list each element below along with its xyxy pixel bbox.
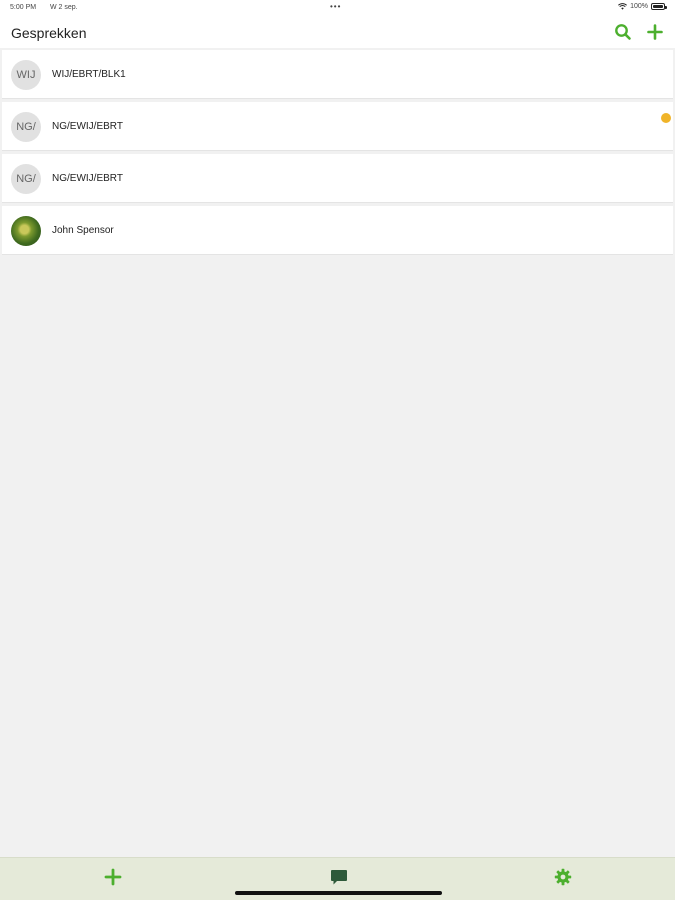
conversation-name: John Spensor — [52, 225, 114, 236]
conversation-item[interactable]: John Spensor — [2, 206, 673, 255]
gear-icon — [554, 868, 572, 886]
search-button[interactable] — [613, 22, 633, 42]
app-screen: 5:00 PM W 2 sep. ••• 100% Gesprekken WIJ… — [0, 0, 675, 900]
avatar: WIJ — [11, 60, 41, 90]
conversation-item[interactable]: NG/ NG/EWIJ/EBRT — [2, 102, 673, 151]
avatar: NG/ — [11, 112, 41, 142]
avatar-photo — [11, 216, 41, 246]
plus-icon — [104, 868, 122, 886]
home-indicator[interactable] — [235, 891, 442, 895]
unread-indicator — [661, 113, 671, 123]
tab-settings[interactable] — [553, 867, 573, 887]
battery-percent: 100% — [630, 3, 648, 10]
tab-new[interactable] — [103, 867, 123, 887]
conversation-item[interactable]: NG/ NG/EWIJ/EBRT — [2, 154, 673, 203]
conversation-item[interactable]: WIJ WIJ/EBRT/BLK1 — [2, 50, 673, 99]
conversation-name: NG/EWIJ/EBRT — [52, 121, 123, 132]
battery-icon — [651, 3, 667, 10]
page-title: Gesprekken — [11, 25, 87, 41]
avatar: NG/ — [11, 164, 41, 194]
navigation-header: Gesprekken — [0, 16, 675, 48]
tab-conversations[interactable] — [329, 867, 349, 887]
conversation-name: WIJ/EBRT/BLK1 — [52, 69, 126, 80]
add-conversation-button[interactable] — [645, 22, 665, 42]
status-right: 100% — [618, 3, 667, 10]
plus-icon — [647, 24, 663, 40]
multitasking-dots[interactable]: ••• — [330, 2, 341, 11]
search-icon — [615, 24, 631, 40]
wifi-icon — [618, 3, 628, 10]
status-bar: 5:00 PM W 2 sep. ••• 100% — [0, 0, 675, 16]
status-time: 5:00 PM — [10, 4, 37, 11]
chat-icon — [331, 870, 347, 885]
conversation-list: WIJ WIJ/EBRT/BLK1 NG/ NG/EWIJ/EBRT NG/ N… — [2, 50, 673, 258]
conversation-name: NG/EWIJ/EBRT — [52, 173, 123, 184]
status-date: W 2 sep. — [50, 4, 78, 11]
